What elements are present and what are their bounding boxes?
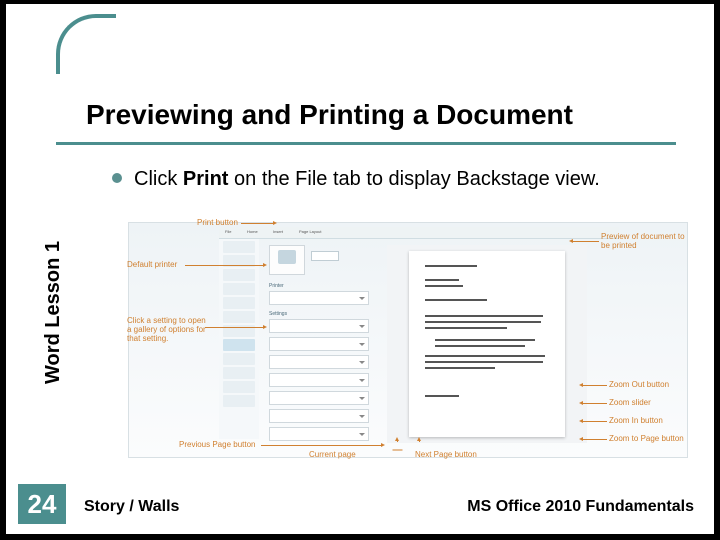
preview-page: [409, 251, 565, 437]
bullet-suffix: on the File tab to display Backstage vie…: [228, 168, 599, 190]
sidebar-exit: [223, 395, 255, 407]
doc-line: [425, 279, 459, 281]
print-button: [269, 245, 305, 275]
doc-line: [435, 339, 535, 341]
doc-line: [425, 315, 543, 317]
sidebar-sendsave: [223, 353, 255, 365]
callout-print-button: Print button: [197, 219, 238, 228]
doc-line: [425, 285, 463, 287]
doc-line: [435, 345, 525, 347]
tab-home: Home: [247, 229, 258, 234]
sidebar-label: Word Lesson 1: [42, 241, 65, 384]
doc-line: [425, 355, 545, 357]
callout-line: [573, 241, 599, 242]
callout-line: [397, 441, 398, 442]
title-area: Previewing and Printing a Document: [86, 99, 686, 135]
settings-dd-4: [269, 373, 369, 387]
doc-line: [425, 395, 459, 397]
settings-dd-3: [269, 355, 369, 369]
callout-previous-page: Previous Page button: [179, 441, 256, 450]
doc-line: [425, 361, 543, 363]
bullet-icon: [112, 173, 122, 183]
callout-line: [583, 421, 607, 422]
callout-preview: Preview of document to be printed: [601, 233, 687, 251]
page-number: 24: [18, 484, 66, 524]
callout-line: [393, 450, 403, 451]
corner-decoration: [56, 14, 116, 74]
sidebar-close: [223, 283, 255, 295]
sidebar-save: [223, 241, 255, 253]
callout-line: [419, 441, 420, 442]
callout-zoom-in: Zoom In button: [609, 417, 663, 426]
callout-line: [583, 403, 607, 404]
callout-gallery: Click a setting to open a gallery of opt…: [127, 317, 211, 343]
callout-line: [583, 439, 607, 440]
copies-field: [311, 251, 339, 261]
doc-line: [425, 327, 507, 329]
footer-left: Story / Walls: [84, 498, 179, 516]
backstage-screenshot: File Home Insert Page Layout Printer Set…: [128, 222, 688, 458]
slide: Previewing and Printing a Document Click…: [6, 4, 714, 534]
sidebar-info: [223, 297, 255, 309]
callout-line: [241, 223, 273, 224]
callout-line: [261, 445, 381, 446]
printer-dropdown: [269, 291, 369, 305]
printer-icon: [278, 250, 296, 264]
doc-line: [425, 265, 477, 267]
doc-line: [425, 299, 487, 301]
callout-line: [205, 327, 263, 328]
sidebar-options: [223, 381, 255, 393]
tab-insert: Insert: [273, 229, 283, 234]
bullet-item: Click Print on the File tab to display B…: [112, 166, 692, 192]
callout-line: [185, 265, 263, 266]
sidebar-help: [223, 367, 255, 379]
doc-line: [425, 321, 541, 323]
callout-zoom-slider: Zoom slider: [609, 399, 651, 408]
callout-current-page: Current page: [309, 451, 356, 460]
sidebar-open: [223, 269, 255, 281]
callout-default-printer: Default printer: [127, 261, 177, 270]
sidebar-recent: [223, 311, 255, 323]
backstage-sidebar: [219, 239, 259, 439]
callout-zoom-to-page: Zoom to Page button: [609, 435, 684, 444]
ribbon-tabs: File Home Insert Page Layout: [219, 227, 619, 239]
section-settings: Settings: [269, 311, 287, 317]
callout-line: [583, 385, 607, 386]
tab-pagelayout: Page Layout: [299, 229, 321, 234]
settings-dd-6: [269, 409, 369, 423]
slide-title: Previewing and Printing a Document: [86, 99, 686, 135]
bullet-text: Click Print on the File tab to display B…: [134, 166, 600, 192]
tab-file: File: [225, 229, 231, 234]
bullet-prefix: Click: [134, 168, 183, 190]
body: Click Print on the File tab to display B…: [112, 166, 692, 192]
preview-pane: [387, 245, 587, 443]
footer-right: MS Office 2010 Fundamentals: [467, 498, 694, 516]
settings-dd-1: [269, 319, 369, 333]
sidebar-print: [223, 339, 255, 351]
doc-line: [425, 367, 495, 369]
settings-dd-7: [269, 427, 369, 441]
section-printer: Printer: [269, 283, 284, 289]
settings-dd-5: [269, 391, 369, 405]
settings-dd-2: [269, 337, 369, 351]
bullet-bold: Print: [183, 168, 229, 190]
title-underline: [56, 142, 676, 145]
callout-zoom-out: Zoom Out button: [609, 381, 669, 390]
callout-next-page: Next Page button: [415, 451, 477, 460]
